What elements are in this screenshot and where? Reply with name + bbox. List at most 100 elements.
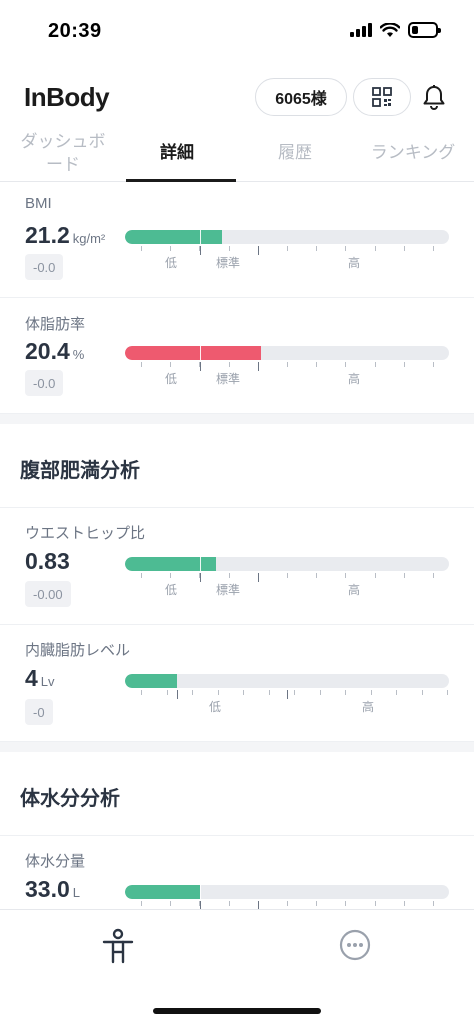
user-button[interactable]: 6065様: [255, 78, 347, 116]
range-label-high: 高: [347, 583, 361, 597]
scale-tick: [345, 362, 346, 367]
scale-tick: [375, 362, 376, 367]
metric-delta: -0.0: [25, 254, 64, 280]
metric-label: 内臓脂肪レベル: [25, 642, 131, 659]
app-logo: InBody: [24, 82, 110, 112]
range-label-low: 低: [164, 256, 178, 270]
scale-tick: [404, 362, 405, 367]
scale-tick: [141, 362, 142, 367]
metric-waist-hip-ratio[interactable]: ウエストヒップ比 0.83 -0.00 低 標準 高: [0, 508, 474, 625]
detail-content[interactable]: BMI 21.2 kg/m² -0.0 低標準高 体脂肪率 20.4% -0.0 …: [0, 182, 474, 909]
scale-tick: [229, 901, 230, 906]
bar-divider: [200, 885, 201, 899]
scale-tick: [269, 690, 270, 695]
qr-code-icon: [372, 87, 392, 107]
bar-fill: [125, 230, 222, 244]
bar-fill: [125, 346, 261, 360]
scale-tick-major: [258, 362, 259, 371]
scale-tick-major: [258, 901, 259, 909]
scale-tick-major: [287, 690, 288, 699]
bar-fill: [125, 557, 216, 571]
nav-body-button[interactable]: [100, 928, 136, 964]
body-icon: [102, 928, 134, 964]
more-icon: [339, 929, 371, 961]
scale-tick: [287, 901, 288, 906]
bar-track: [125, 346, 449, 360]
bar-track: [125, 230, 449, 244]
tab-bar: ダッシュボ ード 詳細 履歴 ランキング: [0, 126, 474, 182]
bar-divider: [200, 346, 201, 360]
metric-label: 体脂肪率: [25, 316, 86, 333]
metric-value: 20.4%: [25, 338, 85, 364]
nav-more-button[interactable]: [338, 928, 372, 962]
scale-tick: [141, 246, 142, 251]
metric-body-water[interactable]: 体水分量 33.0L 低標準高: [0, 836, 474, 909]
scale-tick: [345, 573, 346, 578]
scale-tick: [316, 573, 317, 578]
scale-tick: [229, 246, 230, 251]
range-label-high: 高: [361, 700, 375, 714]
scale-tick: [229, 362, 230, 367]
scale-tick-major: [200, 246, 201, 255]
bell-icon: [423, 85, 445, 110]
notification-button[interactable]: [420, 82, 448, 112]
scale-tick: [192, 690, 193, 695]
status-icons: [350, 22, 441, 38]
scale-tick: [345, 246, 346, 251]
qr-button[interactable]: [353, 78, 411, 116]
scale-tick: [167, 690, 168, 695]
home-indicator: [153, 1008, 321, 1014]
app-header: InBody 6065様: [0, 70, 474, 126]
status-bar: 20:39: [0, 0, 474, 60]
battery-icon: [408, 22, 441, 38]
scale-tick: [170, 246, 171, 251]
metric-label: BMI: [25, 195, 52, 212]
bar-divider: [200, 230, 201, 244]
scale-tick: [345, 690, 346, 695]
tab-history[interactable]: 履歴: [236, 126, 354, 181]
scale-tick: [396, 690, 397, 695]
section-header-body-water: 体水分分析: [0, 752, 474, 836]
scale-tick: [316, 901, 317, 906]
scale-tick: [316, 246, 317, 251]
metric-body-fat[interactable]: 体脂肪率 20.4% -0.0 低 標準 高: [0, 298, 474, 414]
signal-icon: [350, 23, 372, 37]
scale-tick-major: [200, 573, 201, 582]
tab-dashboard[interactable]: ダッシュボ ード: [0, 126, 118, 181]
scale-tick: [320, 690, 321, 695]
scale-tick: [404, 573, 405, 578]
scale-tick: [422, 690, 423, 695]
scale-tick: [141, 690, 142, 695]
section-divider: [0, 414, 474, 424]
scale-tick: [141, 573, 142, 578]
level-bar: 低標準高: [125, 346, 449, 390]
scale-tick: [229, 573, 230, 578]
scale-tick: [371, 690, 372, 695]
scale-tick: [294, 690, 295, 695]
scale-tick: [218, 690, 219, 695]
scale-tick-major: [177, 690, 178, 699]
range-label-high: 高: [347, 256, 361, 270]
metric-bmi[interactable]: BMI 21.2 kg/m² -0.0 低 標準 高: [0, 182, 474, 298]
level-bar: 低標準高: [125, 557, 449, 601]
scale-tick-major: [200, 362, 201, 371]
wifi-icon: [380, 22, 400, 37]
scale-tick: [404, 901, 405, 906]
tab-detail[interactable]: 詳細: [118, 126, 236, 182]
metric-value: 4 Lv: [25, 665, 55, 691]
scale-tick: [433, 246, 434, 251]
metric-delta: -0: [25, 699, 53, 725]
level-bar: 低標準高: [125, 885, 449, 909]
metric-visceral-fat[interactable]: 内臓脂肪レベル 4 Lv -0 低高: [0, 625, 474, 742]
level-bar: 低標準高: [125, 230, 449, 274]
metric-delta: -0.00: [25, 581, 71, 607]
scale-tick: [375, 901, 376, 906]
tab-ranking[interactable]: ランキング: [354, 126, 472, 181]
scale-tick: [316, 362, 317, 367]
metric-value: 0.83: [25, 548, 70, 574]
range-label-high: 高: [347, 372, 361, 386]
scale-tick: [287, 573, 288, 578]
range-label-standard: 標準: [215, 372, 241, 386]
bar-track: [125, 674, 449, 688]
scale-tick: [170, 901, 171, 906]
